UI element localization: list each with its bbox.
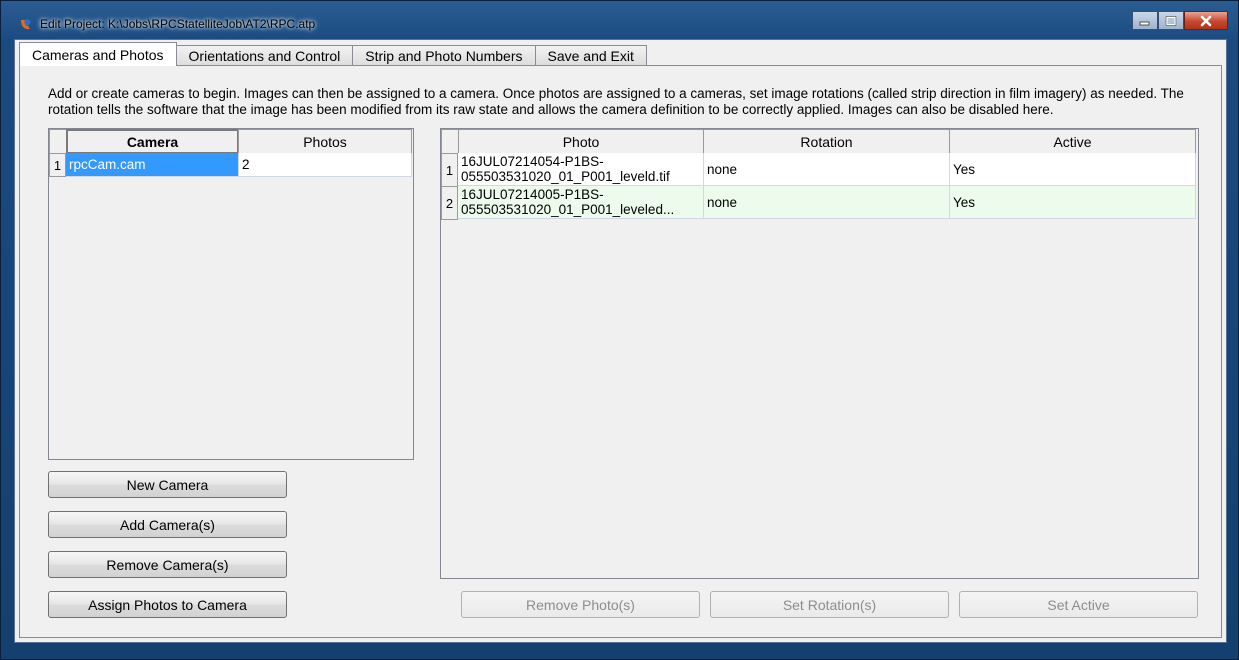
minimize-button[interactable]	[1132, 11, 1158, 30]
remove-photos-button[interactable]: Remove Photo(s)	[461, 591, 700, 618]
instructions-text: Add or create cameras to begin. Images c…	[48, 86, 1184, 117]
camera-column-header[interactable]: Camera	[66, 129, 239, 154]
window-controls	[1132, 11, 1228, 31]
client-area: Cameras and Photos Orientations and Cont…	[14, 39, 1227, 643]
tab-save-and-exit[interactable]: Save and Exit	[534, 45, 647, 66]
minimize-icon	[1139, 21, 1150, 25]
active-column-header[interactable]: Active	[949, 129, 1196, 154]
assign-photos-to-camera-button[interactable]: Assign Photos to Camera	[48, 591, 287, 618]
cameras-and-photos-panel: Add or create cameras to begin. Images c…	[19, 65, 1222, 638]
row-header[interactable]: 1	[49, 153, 66, 177]
rotation-cell[interactable]: none	[704, 153, 950, 186]
row-header[interactable]: 1	[441, 153, 458, 187]
photo-grid[interactable]: Photo Rotation Active 1 16JUL07214054-P1…	[440, 128, 1199, 579]
rotation-cell[interactable]: none	[704, 186, 950, 219]
rotation-column-header[interactable]: Rotation	[703, 129, 950, 154]
window-title: Edit Project: K:\Jobs\RPCStatelliteJob\A…	[40, 17, 316, 31]
tab-cameras-and-photos[interactable]: Cameras and Photos	[19, 42, 177, 66]
maximize-icon	[1165, 15, 1177, 26]
app-logo-icon	[21, 18, 31, 30]
grid-corner	[49, 129, 67, 154]
set-active-button[interactable]: Set Active	[959, 591, 1198, 618]
active-cell[interactable]: Yes	[950, 153, 1196, 186]
photos-count-cell[interactable]: 2	[239, 153, 412, 177]
active-cell[interactable]: Yes	[950, 186, 1196, 219]
tab-strip-and-photo-numbers[interactable]: Strip and Photo Numbers	[352, 45, 536, 66]
photos-column-header[interactable]: Photos	[238, 129, 412, 154]
remove-cameras-button[interactable]: Remove Camera(s)	[48, 551, 287, 578]
set-rotations-button[interactable]: Set Rotation(s)	[710, 591, 949, 618]
add-cameras-button[interactable]: Add Camera(s)	[48, 511, 287, 538]
tab-orientations-and-control[interactable]: Orientations and Control	[175, 45, 354, 66]
close-icon	[1200, 15, 1212, 26]
photo-column-header[interactable]: Photo	[458, 129, 704, 154]
maximize-button[interactable]	[1158, 11, 1184, 30]
row-header[interactable]: 2	[441, 186, 458, 220]
camera-cell[interactable]: rpcCam.cam	[66, 153, 239, 177]
close-button[interactable]	[1184, 11, 1228, 30]
title-bar[interactable]: Edit Project: K:\Jobs\RPCStatelliteJob\A…	[1, 1, 1238, 39]
photo-name-cell[interactable]: 16JUL07214005-P1BS-055503531020_01_P001_…	[458, 186, 704, 219]
grid-corner	[441, 129, 459, 154]
edit-project-window: Edit Project: K:\Jobs\RPCStatelliteJob\A…	[0, 0, 1239, 660]
photo-name-cell[interactable]: 16JUL07214054-P1BS-055503531020_01_P001_…	[458, 153, 704, 186]
new-camera-button[interactable]: New Camera	[48, 471, 287, 498]
camera-grid[interactable]: Camera Photos 1 rpcCam.cam 2	[48, 128, 414, 460]
tab-strip: Cameras and Photos Orientations and Cont…	[19, 42, 647, 66]
